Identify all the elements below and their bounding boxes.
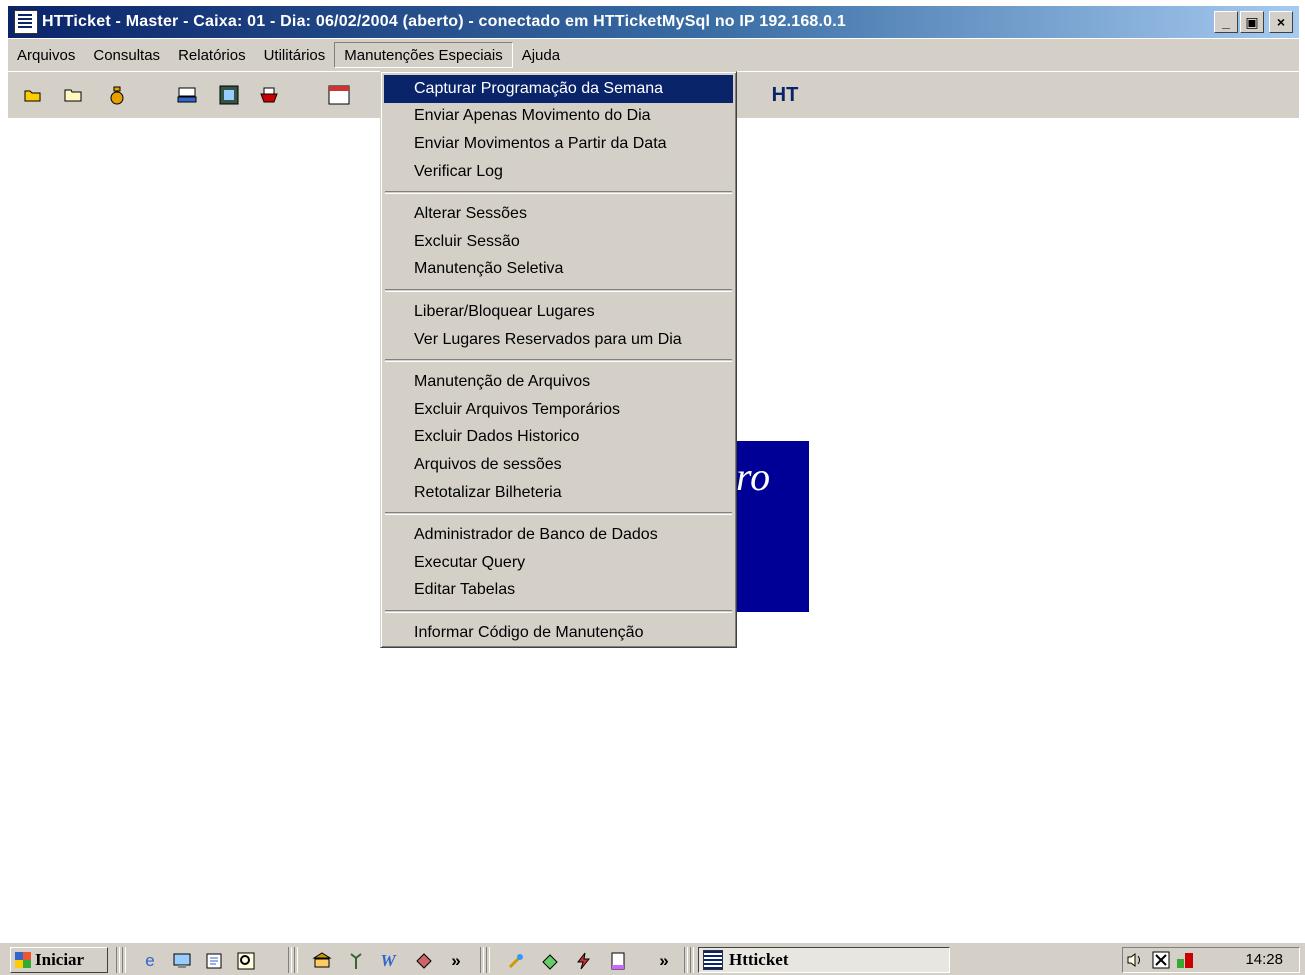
menu-bar: Arquivos Consultas Relatórios Utilitário…	[8, 39, 1299, 71]
notepad-icon[interactable]	[204, 951, 224, 971]
start-button[interactable]: Iniciar	[10, 947, 108, 973]
menu-option-liberar-bloquear[interactable]: Liberar/Bloquear Lugares	[384, 298, 733, 326]
network-disconnected-icon[interactable]	[1151, 950, 1171, 970]
menu-separator	[385, 289, 732, 293]
system-tray: 14:28	[1122, 947, 1300, 973]
desktop-icon[interactable]	[172, 951, 192, 971]
menu-option-administrador-bd[interactable]: Administrador de Banco de Dados	[384, 521, 733, 549]
taskbar: Iniciar e W » » Htticket 14:28	[0, 941, 1305, 975]
menu-option-excluir-temporarios[interactable]: Excluir Arquivos Temporários	[384, 396, 733, 424]
word-icon[interactable]: W	[378, 951, 398, 971]
title-bar[interactable]: HTTicket - Master - Caixa: 01 - Dia: 06/…	[8, 6, 1299, 38]
menu-option-retotalizar-bilheteria[interactable]: Retotalizar Bilheteria	[384, 479, 733, 507]
taskbar-separator	[116, 947, 120, 973]
film-icon[interactable]	[218, 84, 240, 106]
folder-icon[interactable]	[62, 84, 84, 106]
document-icon[interactable]	[608, 951, 628, 971]
background-logo-text: ro	[736, 454, 771, 499]
search-icon[interactable]	[236, 951, 256, 971]
menu-option-manutencao-arquivos[interactable]: Manutenção de Arquivos	[384, 368, 733, 396]
printer-icon[interactable]	[258, 84, 280, 106]
dropdown-manutencoes-especiais: Capturar Programação da Semana Enviar Ap…	[380, 71, 737, 648]
taskbar-separator	[122, 947, 126, 973]
menu-separator	[385, 359, 732, 363]
menu-option-enviar-movimento-dia[interactable]: Enviar Apenas Movimento do Dia	[384, 103, 733, 131]
app-icon[interactable]	[14, 10, 38, 34]
speaker-icon[interactable]	[1125, 950, 1145, 970]
task-button-label: Htticket	[729, 950, 789, 969]
window-controls: _ ▣ ×	[1214, 11, 1293, 33]
start-label: Iniciar	[35, 950, 85, 969]
menu-relatorios[interactable]: Relatórios	[169, 43, 255, 67]
menu-option-manutencao-seletiva[interactable]: Manutenção Seletiva	[384, 256, 733, 284]
menu-option-excluir-sessao[interactable]: Excluir Sessão	[384, 228, 733, 256]
open-folder-icon[interactable]	[22, 84, 44, 106]
menu-option-ver-lugares-reservados[interactable]: Ver Lugares Reservados para um Dia	[384, 326, 733, 354]
menu-option-enviar-movimentos-data[interactable]: Enviar Movimentos a Partir da Data	[384, 130, 733, 158]
ht-logo-icon[interactable]: HT	[770, 84, 800, 106]
menu-utilitarios[interactable]: Utilitários	[255, 43, 335, 67]
taskbar-separator	[288, 947, 292, 973]
windows-logo-icon	[15, 952, 31, 968]
menu-option-verificar-log[interactable]: Verificar Log	[384, 158, 733, 186]
task-button-htticket[interactable]: Htticket	[698, 947, 950, 973]
menu-option-excluir-historico[interactable]: Excluir Dados Historico	[384, 424, 733, 452]
taskbar-separator	[690, 947, 694, 973]
menu-separator	[385, 610, 732, 614]
menu-ajuda[interactable]: Ajuda	[513, 43, 569, 67]
cash-register-icon[interactable]	[176, 84, 198, 106]
lightning-icon[interactable]	[574, 951, 594, 971]
taskbar-separator	[684, 947, 688, 973]
menu-option-executar-query[interactable]: Executar Query	[384, 549, 733, 577]
menu-arquivos[interactable]: Arquivos	[8, 43, 84, 67]
plant-icon[interactable]	[346, 951, 366, 971]
menu-consultas[interactable]: Consultas	[84, 43, 169, 67]
status-bars-icon[interactable]	[1175, 950, 1195, 970]
close-button[interactable]: ×	[1269, 11, 1293, 33]
menu-option-arquivos-sessoes[interactable]: Arquivos de sessões	[384, 451, 733, 479]
taskbar-separator	[480, 947, 484, 973]
taskbar-separator	[486, 947, 490, 973]
money-bag-icon[interactable]	[106, 84, 128, 106]
internet-explorer-icon[interactable]: e	[140, 951, 160, 971]
maximize-button[interactable]: ▣	[1240, 11, 1264, 33]
menu-option-informar-codigo[interactable]: Informar Código de Manutenção	[384, 619, 733, 647]
menu-separator	[385, 512, 732, 516]
menu-separator	[385, 191, 732, 195]
bank-icon[interactable]	[312, 951, 332, 971]
clock[interactable]: 14:28	[1245, 951, 1283, 968]
paint-icon[interactable]	[540, 951, 560, 971]
taskbar-separator	[294, 947, 298, 973]
calendar-icon[interactable]	[328, 84, 350, 106]
minimize-button[interactable]: _	[1214, 11, 1238, 33]
menu-option-alterar-sessoes[interactable]: Alterar Sessões	[384, 200, 733, 228]
chevron-more-icon[interactable]: »	[654, 951, 674, 971]
htticket-app-icon	[703, 950, 723, 970]
menu-option-capturar-programacao[interactable]: Capturar Programação da Semana	[384, 75, 733, 103]
menu-manutencoes-especiais[interactable]: Manutenções Especiais	[334, 42, 513, 68]
window-title: HTTicket - Master - Caixa: 01 - Dia: 06/…	[42, 13, 847, 30]
menu-option-editar-tabelas[interactable]: Editar Tabelas	[384, 577, 733, 605]
diamond-icon[interactable]	[414, 951, 434, 971]
chevron-more-icon[interactable]: »	[446, 951, 466, 971]
tools-icon[interactable]	[506, 951, 526, 971]
